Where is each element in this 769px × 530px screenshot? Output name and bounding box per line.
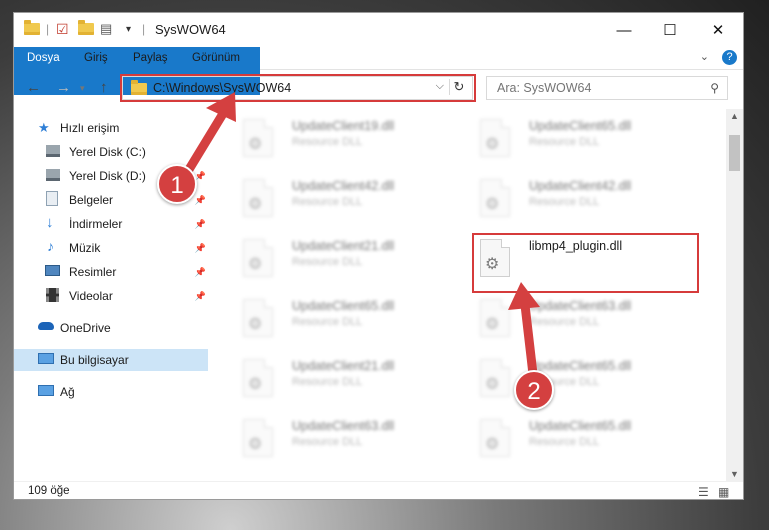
arrow-2 xyxy=(508,282,540,379)
arrow-1 xyxy=(180,92,236,181)
callout-badge-2: 2 xyxy=(514,370,554,410)
callout-badge-1: 1 xyxy=(157,164,197,204)
callout-arrows xyxy=(180,92,540,379)
